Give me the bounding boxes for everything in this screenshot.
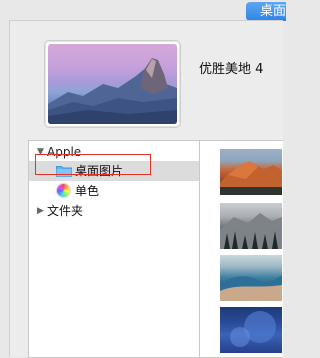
- sidebar-item-desktop-pictures[interactable]: 桌面图片: [29, 161, 200, 181]
- current-wallpaper-name: 优胜美地 4: [199, 62, 264, 77]
- tab-desktop[interactable]: 桌面: [246, 2, 286, 21]
- source-list: ▼ Apple 桌面图片 单色 ▶ 文件夹: [28, 140, 200, 358]
- desktop-preferences-window: 桌面 优胜美地 4 ▼ Apple 桌面图片 单色 ▶ 文件夹: [0, 0, 286, 358]
- sidebar-item-label: 单色: [75, 184, 100, 198]
- group-apple[interactable]: ▼ Apple: [29, 142, 200, 162]
- folder-icon: [56, 166, 72, 177]
- sidebar-item-label: 桌面图片: [75, 164, 124, 178]
- wallpaper-grid: [199, 140, 283, 358]
- current-wallpaper-image: [48, 44, 177, 124]
- current-wallpaper-preview: [44, 40, 181, 128]
- disclosure-collapsed-icon[interactable]: ▶: [37, 201, 44, 221]
- color-wheel-icon: [57, 184, 70, 197]
- wallpaper-thumbnail[interactable]: [220, 149, 282, 195]
- disclosure-expanded-icon[interactable]: ▼: [37, 142, 44, 162]
- wallpaper-thumbnail[interactable]: [220, 203, 282, 249]
- wallpaper-thumbnail[interactable]: [220, 255, 282, 301]
- sidebar-item-solid-colors[interactable]: 单色: [29, 181, 200, 201]
- sidebar-item-folders[interactable]: ▶ 文件夹: [29, 201, 200, 221]
- group-label: Apple: [47, 145, 82, 159]
- wallpaper-thumbnail[interactable]: [220, 307, 282, 353]
- sidebar-item-label: 文件夹: [47, 204, 84, 218]
